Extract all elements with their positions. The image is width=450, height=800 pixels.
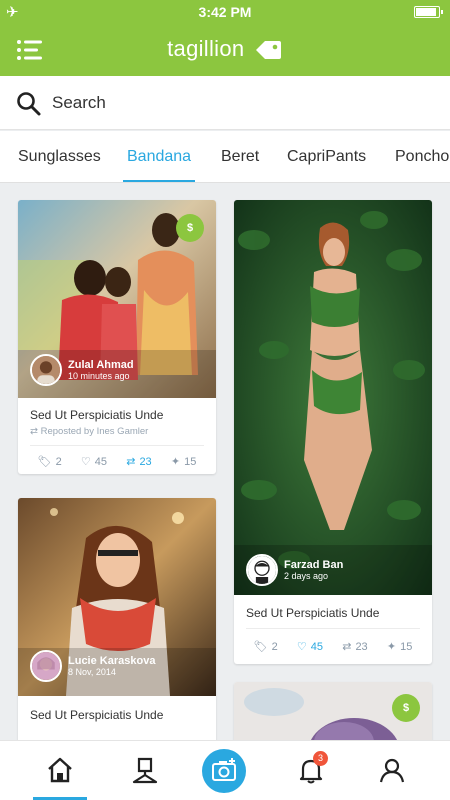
status-bar: ✈ 3:42 PM — [0, 0, 450, 24]
app-bar: tagillion — [0, 24, 450, 76]
home-icon[interactable] — [45, 755, 75, 785]
app-logo: tagillion — [0, 36, 450, 62]
repost-count-value: 23 — [355, 640, 368, 653]
avatar — [246, 554, 278, 586]
post-time: 8 Nov, 2014 — [68, 667, 116, 677]
tab-sunglasses[interactable]: Sunglasses — [18, 131, 101, 182]
pin-icon: ✦ — [386, 641, 397, 653]
category-tabs: Sunglasses Bandana Beret CapriPants Ponc… — [0, 131, 450, 183]
tag-icon: 🏷︎ — [37, 456, 52, 468]
post-card[interactable]: $ Zulal Ahmad 10 minutes ago Sed Ut Pers… — [18, 200, 216, 474]
post-time: 2 days ago — [284, 571, 329, 581]
avatar — [30, 354, 62, 386]
repost-icon: ⇄ — [342, 641, 352, 653]
post-card[interactable]: $ — [234, 682, 432, 740]
search-bar — [0, 76, 450, 130]
price-tag-button[interactable]: $ — [176, 214, 204, 242]
post-author[interactable]: Lucie Karaskova 8 Nov, 2014 — [30, 650, 155, 682]
repost-count-value: 23 — [139, 455, 152, 468]
author-name: Zulal Ahmad — [68, 359, 134, 371]
post-author[interactable]: Zulal Ahmad 10 minutes ago — [30, 354, 134, 386]
author-name: Lucie Karaskova — [68, 655, 156, 667]
tab-bandana[interactable]: Bandana — [122, 131, 196, 182]
divider — [30, 445, 204, 446]
post-stats: 🏷︎ 2 ♡ 45 ⇄ 23 ✦ 15 — [28, 455, 206, 469]
feed: $ Zulal Ahmad 10 minutes ago Sed Ut Pers… — [0, 184, 450, 740]
tag-count-value: 2 — [271, 640, 278, 653]
post-title[interactable]: Sed Ut Perspiciatis Unde — [246, 606, 379, 620]
like-count-value: 45 — [94, 455, 108, 468]
profile-icon[interactable] — [377, 755, 407, 785]
search-icon — [17, 92, 41, 116]
like-count[interactable]: ♡ 45 — [296, 640, 324, 654]
repost-icon: ⇄ — [30, 426, 38, 437]
post-title[interactable]: Sed Ut Perspiciatis Unde — [30, 408, 163, 422]
repost-count[interactable]: ⇄ 23 — [126, 455, 152, 469]
repost-count[interactable]: ⇄ 23 — [342, 640, 368, 654]
tag-count[interactable]: 🏷︎ 2 — [37, 455, 62, 469]
avatar — [30, 650, 62, 682]
pin-count[interactable]: ✦ 15 — [170, 455, 197, 469]
tag-logo-icon — [255, 41, 281, 60]
bottom-nav: 3 — [0, 740, 450, 800]
heart-icon: ♡ — [296, 641, 307, 653]
battery-icon — [414, 6, 443, 18]
post-stats: 🏷︎ 2 ♡ 45 ⇄ 23 ✦ 15 — [244, 640, 422, 654]
search-input[interactable] — [52, 88, 432, 118]
heart-icon: ♡ — [80, 456, 91, 468]
pin-icon: ✦ — [170, 456, 181, 468]
tag-count[interactable]: 🏷︎ 2 — [253, 640, 278, 654]
divider — [246, 628, 420, 629]
like-count-value: 45 — [310, 640, 324, 653]
like-count[interactable]: ♡ 45 — [80, 455, 108, 469]
pin-count[interactable]: ✦ 15 — [386, 640, 413, 654]
tag-count-value: 2 — [55, 455, 62, 468]
camera-button[interactable] — [202, 749, 246, 793]
status-time: 3:42 PM — [198, 4, 252, 20]
pin-count-value: 15 — [184, 455, 197, 468]
tab-capripants[interactable]: CapriPants — [287, 131, 366, 182]
post-time: 10 minutes ago — [68, 371, 130, 381]
repost-info: ⇄ Reposted by Ines Gamler — [30, 426, 148, 437]
app-title: tagillion — [167, 36, 245, 61]
pin-count-value: 15 — [400, 640, 413, 653]
author-name: Farzad Ban — [284, 559, 344, 571]
post-card[interactable]: Farzad Ban 2 days ago Sed Ut Perspiciati… — [234, 200, 432, 664]
camera-icon — [212, 758, 236, 781]
post-title[interactable]: Sed Ut Perspiciatis Unde — [30, 708, 163, 722]
tag-icon: 🏷︎ — [253, 641, 268, 653]
repost-text: Reposted by Ines Gamler — [40, 426, 149, 437]
tab-beret[interactable]: Beret — [221, 131, 259, 182]
post-photo[interactable] — [234, 200, 432, 595]
tab-poncho[interactable]: Poncho — [395, 131, 449, 182]
notification-badge: 3 — [313, 751, 328, 766]
post-author[interactable]: Farzad Ban 2 days ago — [246, 554, 343, 586]
post-card[interactable]: Lucie Karaskova 8 Nov, 2014 Sed Ut Persp… — [18, 498, 216, 740]
hanger-icon[interactable] — [130, 755, 160, 785]
price-tag-button[interactable]: $ — [392, 694, 420, 722]
repost-icon: ⇄ — [126, 456, 136, 468]
